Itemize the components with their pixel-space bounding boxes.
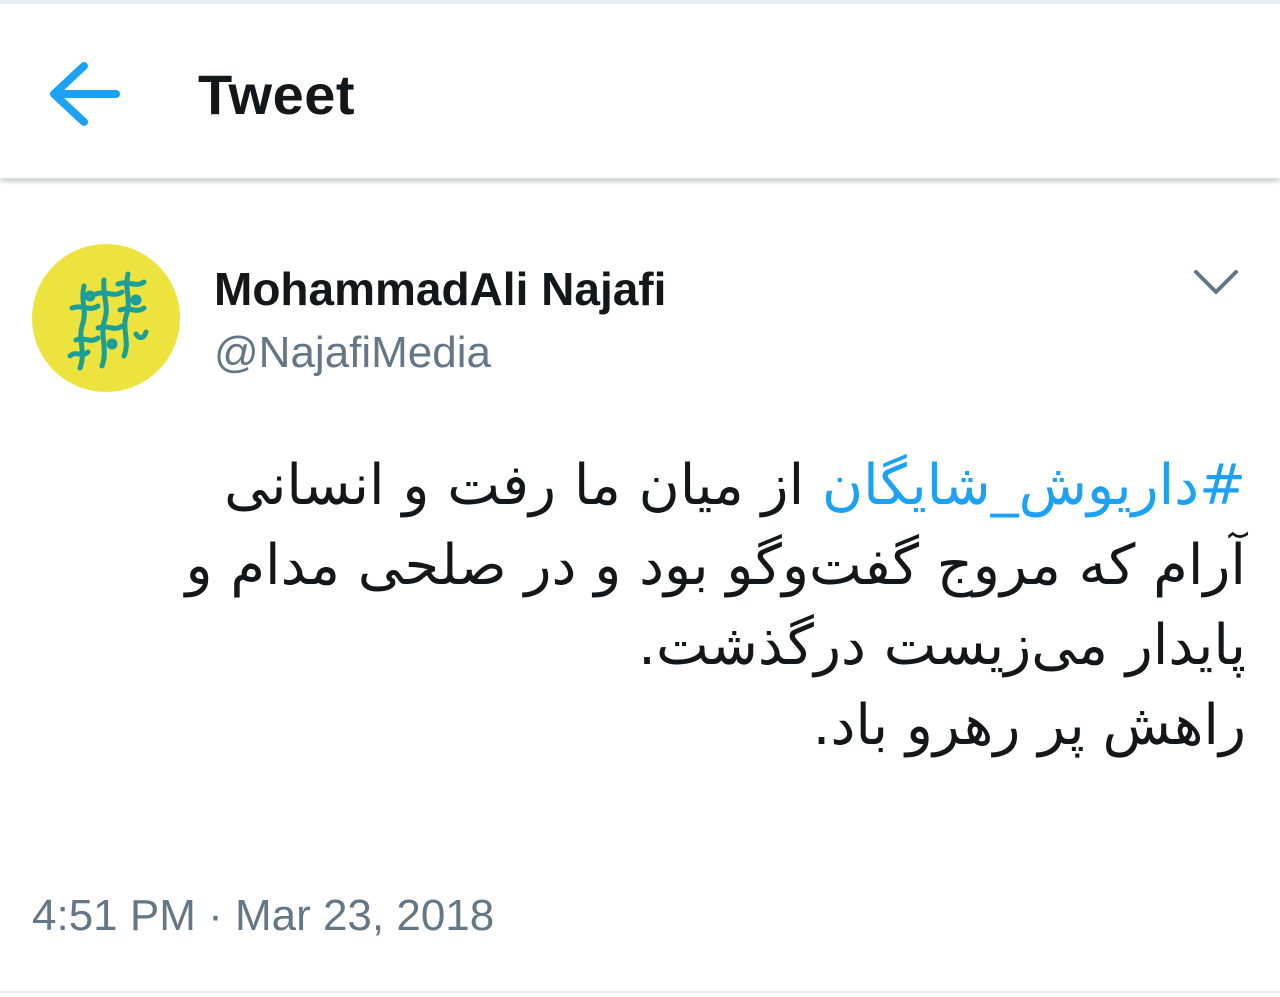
hashtag-link[interactable]: #داریوش_شایگان xyxy=(822,453,1246,518)
author-name[interactable]: MohammadAli Najafi xyxy=(214,262,666,316)
tweet-text: #داریوش_شایگان از میان ما رفت و انسانی آ… xyxy=(40,446,1246,766)
page-title: Tweet xyxy=(198,63,356,126)
back-button[interactable] xyxy=(40,56,126,132)
tweet-text-line: پایدار می‌زیست درگذشت. xyxy=(638,613,1246,678)
tweet-text-line: #داریوش_شایگان از میان ما رفت و انسانی xyxy=(40,446,1246,526)
tweet-timestamp[interactable]: 4:51 PM · Mar 23, 2018 xyxy=(32,888,494,944)
avatar[interactable] xyxy=(32,244,180,392)
author-handle[interactable]: @NajafiMedia xyxy=(214,326,491,380)
app-header: Tweet xyxy=(0,4,1280,179)
avatar-logo-icon xyxy=(67,271,149,371)
divider xyxy=(0,991,1280,993)
tweet-card: MohammadAli Najafi @NajafiMedia #داریوش_… xyxy=(0,180,1280,997)
tweet-text-line: آرام که مروج گفت‌وگو بود و در صلحی مدام … xyxy=(185,533,1246,598)
tweet-menu-button[interactable] xyxy=(1186,262,1246,302)
tweet-text-segment: از میان ما رفت و انسانی xyxy=(224,453,822,518)
chevron-down-icon xyxy=(1194,270,1238,294)
tweet-text-line: راهش پر رهرو باد. xyxy=(812,693,1246,758)
arrow-left-icon xyxy=(50,62,120,126)
